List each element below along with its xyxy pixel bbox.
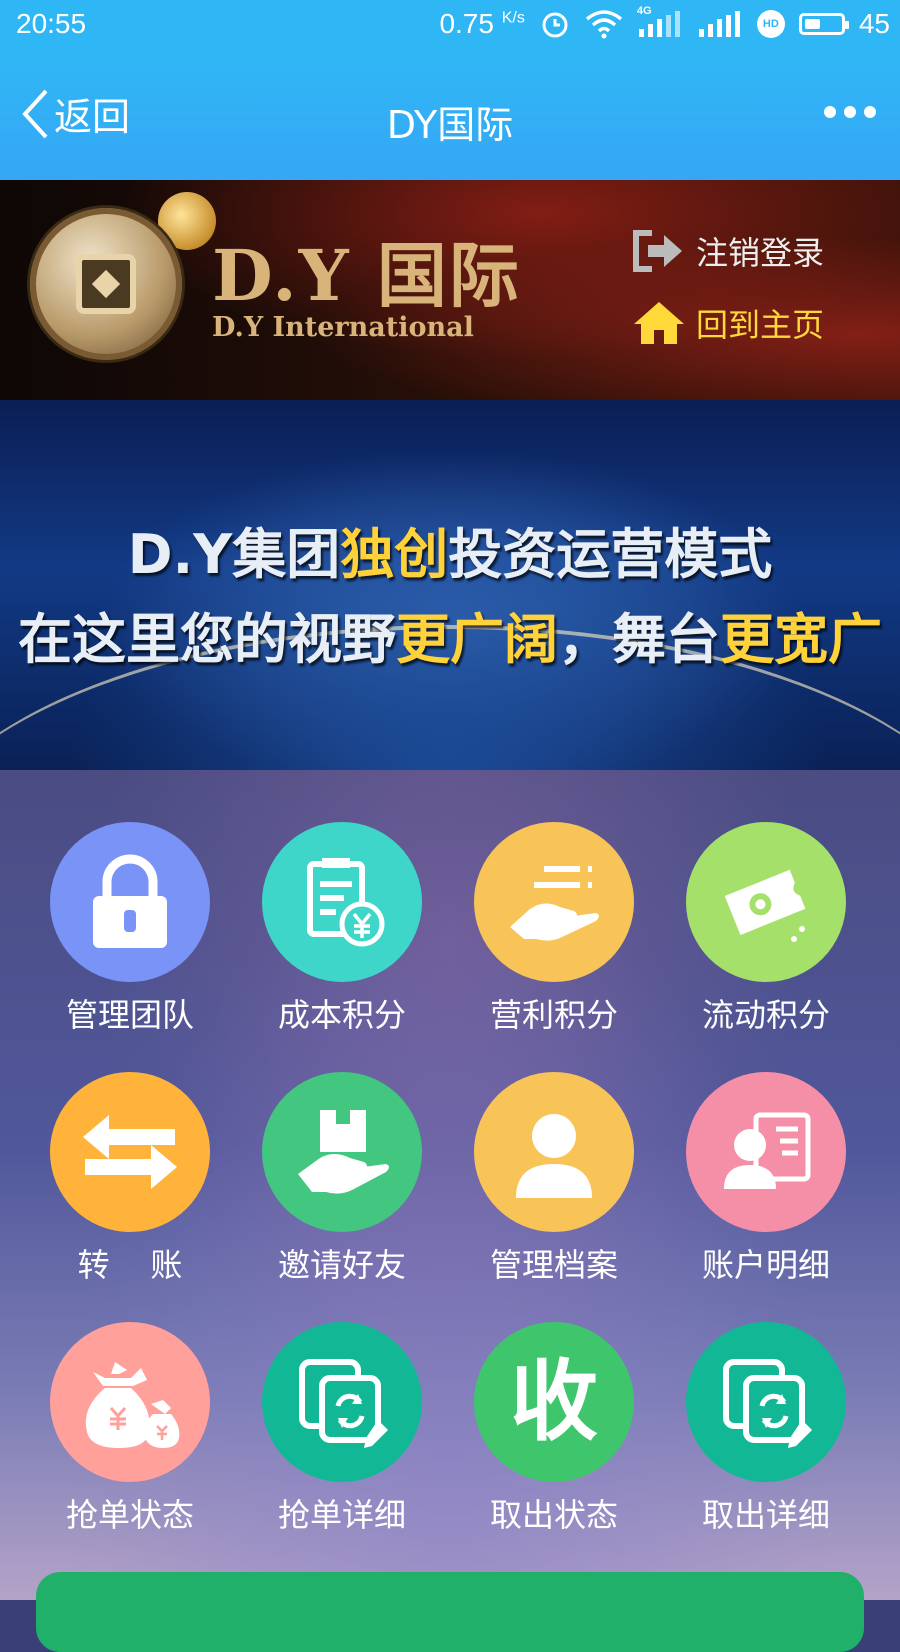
- brand-logo: [30, 208, 182, 360]
- menu-item-grab-order-details[interactable]: 抢单详细: [236, 1322, 448, 1552]
- document-yuan-icon: [307, 858, 385, 947]
- menu-item-profit-points[interactable]: 营利积分: [448, 822, 660, 1052]
- menu-item-label: 转 账: [77, 1246, 183, 1284]
- menu-item-cost-points[interactable]: 成本积分: [236, 822, 448, 1052]
- promo-line-1: D.Y集团独创投资运营模式: [0, 510, 900, 589]
- menu-item-label: 流动积分: [701, 996, 830, 1034]
- menu-icon-circle: [262, 822, 422, 982]
- menu-icon-circle: [686, 822, 846, 982]
- logout-icon: [633, 230, 682, 272]
- menu-item-withdraw-details[interactable]: 取出详细: [660, 1322, 872, 1552]
- menu-item-label: 管理团队: [65, 996, 194, 1034]
- status-bar: 20:55 0.75 K/s 4G HD 45: [0, 0, 900, 56]
- id-card-icon: [724, 1112, 811, 1189]
- menu-item-label: 营利积分: [489, 996, 618, 1034]
- more-dot-icon: [824, 106, 836, 118]
- promo-highlight: 独创: [340, 523, 449, 586]
- transfer-arrows-icon: [83, 1115, 177, 1189]
- signal-4g: 4G: [637, 5, 683, 39]
- home-label: 回到主页: [696, 306, 825, 344]
- menu-icon-circle: [262, 1322, 422, 1482]
- promo-highlight: 更宽广: [720, 608, 882, 671]
- logout-link[interactable]: 注销登录: [630, 228, 824, 274]
- promo-banner[interactable]: D.Y集团独创投资运营模式 在这里您的视野更广阔，舞台更宽广: [0, 400, 900, 770]
- refresh-doc-icon: [299, 1359, 388, 1448]
- menu-item-withdraw-status[interactable]: 收 取出状态: [448, 1322, 660, 1552]
- menu-item-label: 管理档案: [489, 1246, 618, 1284]
- more-dot-icon: [864, 106, 876, 118]
- menu-item-manage-profile[interactable]: 管理档案: [448, 1072, 660, 1302]
- network-speed-value: 0.75: [439, 8, 494, 39]
- alarm-icon: [542, 12, 568, 38]
- user-profile-icon: [516, 1114, 592, 1198]
- menu-icon-circle: [262, 1072, 422, 1232]
- menu-item-label: 取出详细: [701, 1496, 830, 1534]
- menu-item-label: 账户明细: [701, 1246, 830, 1284]
- menu-icon-circle: 收: [474, 1322, 634, 1482]
- collect-icon: 收: [509, 1350, 598, 1453]
- menu-item-label: 取出状态: [489, 1496, 618, 1534]
- home-link[interactable]: 回到主页: [632, 300, 824, 346]
- brand-name: D.Y 国际: [212, 234, 521, 317]
- menu-icon-circle: [686, 1072, 846, 1232]
- menu-item-flow-points[interactable]: 流动积分: [660, 822, 872, 1052]
- menu-icon-circle: [474, 822, 634, 982]
- menu-icon-circle: [474, 1072, 634, 1232]
- menu-item-account-details[interactable]: 账户明细: [660, 1072, 872, 1302]
- signal-bars-icon: [638, 11, 680, 37]
- gift-hand-icon: [298, 1110, 389, 1194]
- coupon-icon: [724, 869, 806, 942]
- battery-icon: [798, 13, 849, 35]
- network-speed-unit: K/s: [501, 9, 525, 27]
- status-indicators: 0.75 K/s 4G HD 45: [439, 5, 890, 40]
- home-icon: [634, 302, 684, 344]
- more-menu-button[interactable]: [824, 106, 876, 118]
- logout-label: 注销登录: [696, 234, 825, 272]
- promo-highlight: 更广阔: [396, 608, 558, 671]
- menu-item-manage-team[interactable]: 管理团队: [24, 822, 236, 1052]
- menu-item-grab-order-status[interactable]: 抢单状态: [24, 1322, 236, 1552]
- menu-icon-circle: [686, 1322, 846, 1482]
- menu-icon-circle: [50, 1072, 210, 1232]
- hd-label: HD: [762, 18, 779, 30]
- nav-bar: 返回 DY国际: [0, 56, 900, 180]
- promo-text: D.Y集团: [127, 523, 341, 586]
- page-title: DY国际: [386, 103, 514, 147]
- bottom-action-button[interactable]: [36, 1572, 864, 1652]
- network-speed: 0.75 K/s: [439, 8, 524, 40]
- brand-banner: D.Y 国际 D.Y International 注销登录 回到主页: [0, 180, 900, 400]
- menu-grid: 管理团队 成本积分 营利积分 流动积分 转 账 邀请好友 管理档案 账户明细 抢…: [0, 770, 900, 1600]
- brand-subtitle: D.Y International: [212, 312, 474, 343]
- battery-fill: [804, 19, 820, 29]
- menu-item-label: 成本积分: [277, 996, 406, 1034]
- menu-item-label: 抢单状态: [65, 1496, 194, 1534]
- battery-level: 45: [858, 8, 890, 39]
- menu-icon-circle: [50, 1322, 210, 1482]
- status-time: 20:55: [16, 8, 87, 39]
- signal-bars-icon: [698, 11, 740, 37]
- promo-text: 投资运营模式: [448, 523, 773, 586]
- more-dot-icon: [844, 106, 856, 118]
- menu-item-label: 抢单详细: [277, 1496, 406, 1534]
- wifi-icon: [585, 10, 622, 39]
- money-bag-icon: [85, 1362, 180, 1448]
- hand-receive-icon: [510, 866, 599, 941]
- menu-item-invite-friends[interactable]: 邀请好友: [236, 1072, 448, 1302]
- menu-icon-circle: [50, 822, 210, 982]
- menu-item-transfer[interactable]: 转 账: [24, 1072, 236, 1302]
- promo-text: ，舞台: [558, 608, 720, 671]
- hd-icon: HD: [756, 10, 785, 38]
- promo-line-2: 在这里您的视野更广阔，舞台更宽广: [0, 595, 900, 674]
- lock-icon: [93, 854, 167, 948]
- promo-text: 在这里您的视野: [18, 608, 396, 671]
- refresh-doc-icon: [723, 1359, 812, 1448]
- menu-item-label: 邀请好友: [277, 1246, 406, 1284]
